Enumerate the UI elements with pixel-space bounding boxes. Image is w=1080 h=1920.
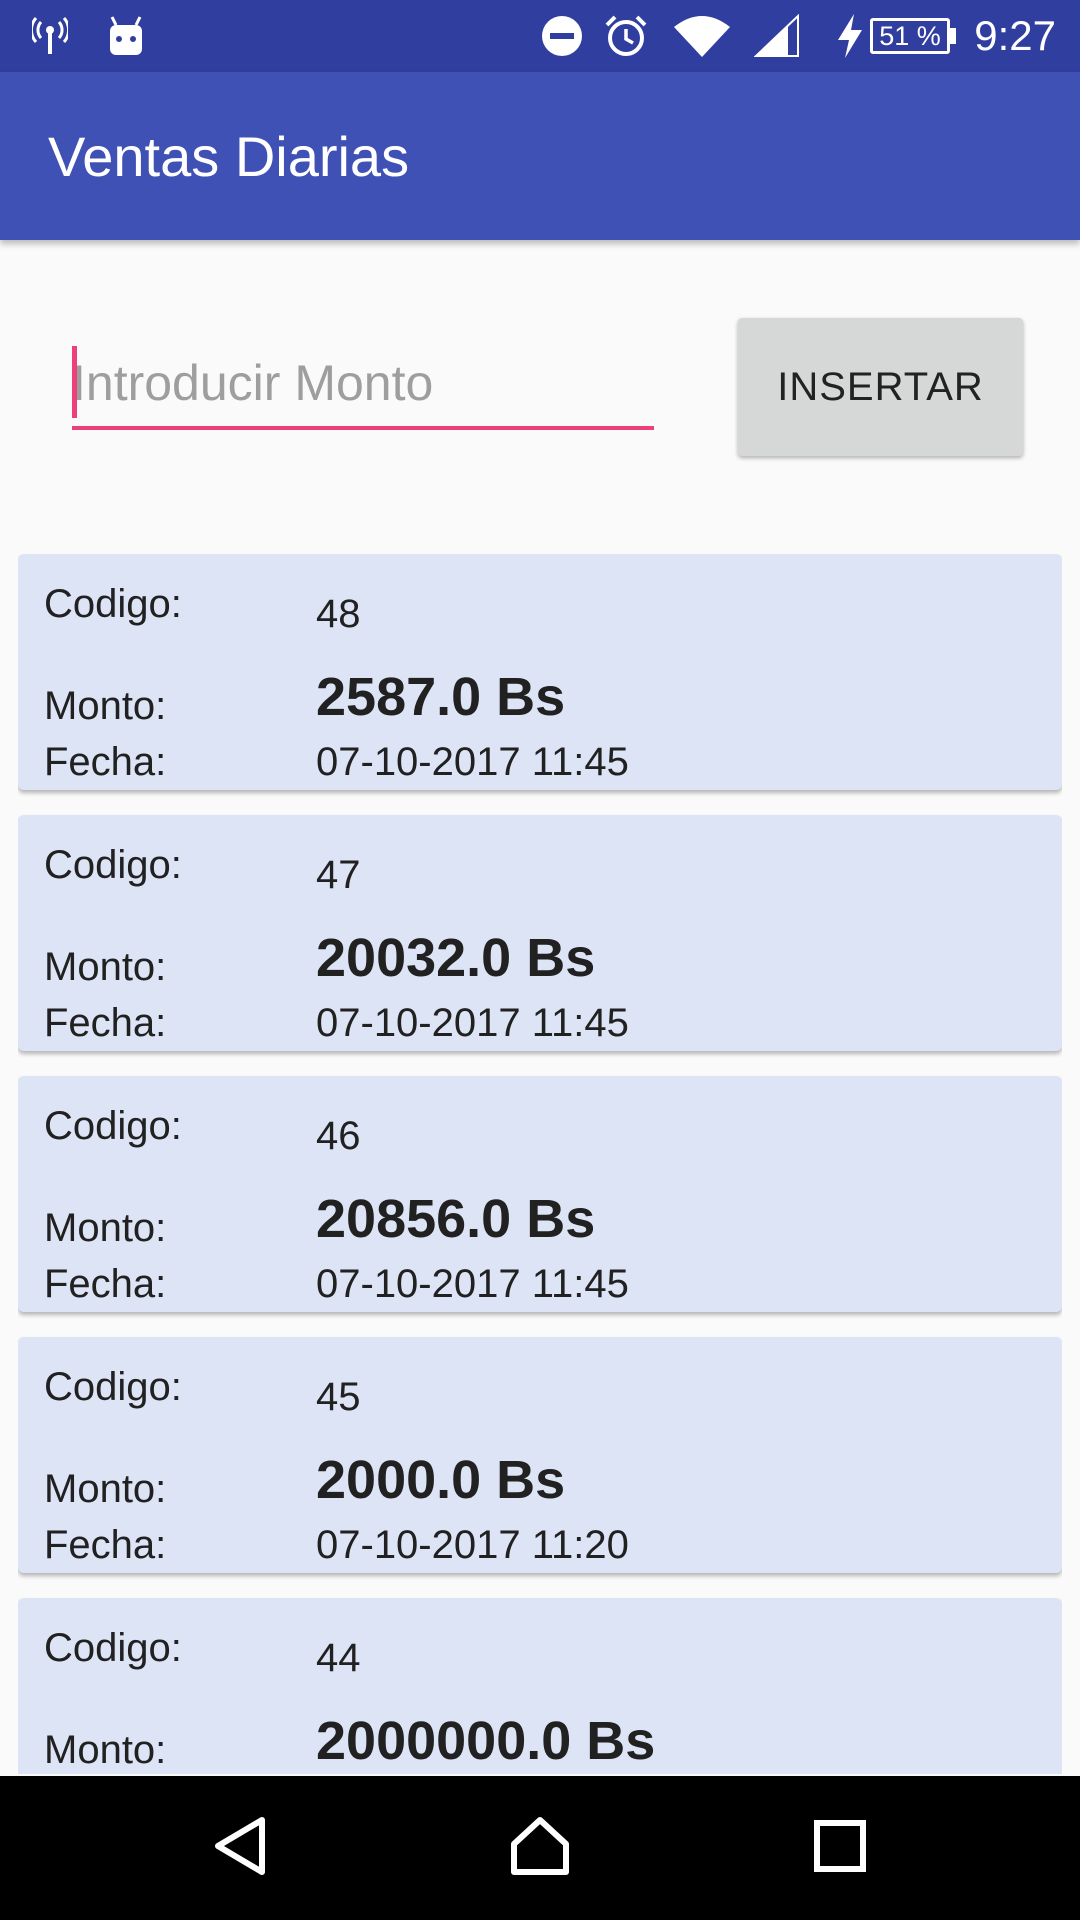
monto-value: 20032.0 Bs (316, 928, 596, 988)
recents-button[interactable] (768, 1776, 912, 1920)
codigo-value: 46 (316, 1114, 361, 1158)
codigo-label: Codigo: (44, 843, 182, 887)
venta-card[interactable]: Codigo: 45 Monto: 2000.0 Bs Fecha: 07-10… (18, 1337, 1062, 1573)
back-icon (210, 1814, 270, 1883)
fecha-label: Fecha: (44, 1523, 167, 1567)
alarm-icon (602, 0, 650, 72)
fecha-label: Fecha: (44, 1262, 167, 1306)
app-bar: Ventas Diarias (0, 72, 1080, 240)
recents-icon (812, 1818, 868, 1879)
venta-card[interactable]: Codigo: 47 Monto: 20032.0 Bs Fecha: 07-1… (18, 815, 1062, 1051)
fecha-label: Fecha: (44, 1001, 167, 1045)
home-button[interactable] (468, 1776, 612, 1920)
monto-value: 2587.0 Bs (316, 667, 566, 727)
venta-card[interactable]: Codigo: 46 Monto: 20856.0 Bs Fecha: 07-1… (18, 1076, 1062, 1312)
fecha-value: 07-10-2017 11:45 (316, 1001, 629, 1045)
wifi-icon (670, 0, 734, 72)
signal-icon (752, 0, 802, 72)
battery-icon: 51 % (870, 18, 950, 54)
monto-value: 2000.0 Bs (316, 1450, 566, 1510)
monto-label: Monto: (44, 945, 167, 989)
codigo-label: Codigo: (44, 1104, 182, 1148)
codigo-label: Codigo: (44, 582, 182, 626)
codigo-value: 48 (316, 592, 361, 636)
venta-card[interactable]: Codigo: 44 Monto: 2000000.0 Bs Fecha: (18, 1598, 1062, 1774)
text-cursor (72, 346, 77, 418)
antenna-icon (28, 0, 72, 72)
ventas-list[interactable]: Codigo: 48 Monto: 2587.0 Bs Fecha: 07-10… (18, 554, 1062, 1774)
venta-card[interactable]: Codigo: 48 Monto: 2587.0 Bs Fecha: 07-10… (18, 554, 1062, 790)
codigo-label: Codigo: (44, 1626, 182, 1670)
codigo-label: Codigo: (44, 1365, 182, 1409)
back-button[interactable] (168, 1776, 312, 1920)
monto-value: 2000000.0 Bs (316, 1711, 656, 1771)
fecha-value: 07-10-2017 11:20 (316, 1523, 629, 1567)
dnd-icon (538, 0, 586, 72)
app-title: Ventas Diarias (48, 124, 410, 188)
status-bar: 51 % 9:27 (0, 0, 1080, 72)
monto-label: Monto: (44, 1728, 167, 1772)
fecha-value: 07-10-2017 11:45 (316, 740, 629, 784)
monto-label: Monto: (44, 684, 167, 728)
codigo-value: 47 (316, 853, 361, 897)
android-icon (104, 0, 148, 72)
codigo-value: 45 (316, 1375, 361, 1419)
navigation-bar (0, 1776, 1080, 1920)
insertar-button[interactable]: INSERTAR (738, 318, 1023, 456)
monto-label: Monto: (44, 1467, 167, 1511)
clock: 9:27 (974, 12, 1056, 59)
monto-input[interactable] (72, 340, 654, 430)
monto-label: Monto: (44, 1206, 167, 1250)
battery-percent: 51 % (879, 20, 941, 51)
charging-icon (836, 14, 864, 63)
battery-tip (950, 28, 956, 44)
monto-value: 20856.0 Bs (316, 1189, 596, 1249)
codigo-value: 44 (316, 1636, 361, 1680)
fecha-value: 07-10-2017 11:45 (316, 1262, 629, 1306)
fecha-label: Fecha: (44, 740, 167, 784)
home-icon (508, 1814, 572, 1883)
